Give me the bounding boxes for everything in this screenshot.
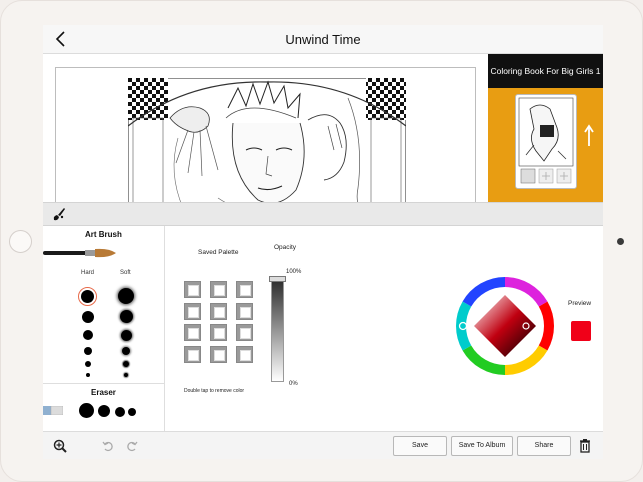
brush-hard-6[interactable] [86,373,90,377]
eraser-size-3[interactable] [115,407,125,417]
brush-hard-4[interactable] [84,347,92,355]
brush-hard-2[interactable] [82,311,94,323]
coloring-page[interactable] [55,67,476,218]
palette-swatch[interactable] [184,303,201,320]
drawing-canvas[interactable] [43,54,488,218]
brush-soft-3[interactable] [121,330,132,341]
eraser-size-4[interactable] [128,408,136,416]
opacity-label: Opacity [274,244,297,251]
palette-swatch[interactable] [184,324,201,341]
opacity-min-label: 0% [289,381,298,387]
brush-hard-5[interactable] [85,361,91,367]
brush-soft-4[interactable] [122,347,130,355]
undo-icon[interactable] [102,440,114,452]
eraser-icon [43,406,63,415]
book-title: Coloring Book For Big Girls 1 [488,54,603,88]
share-button[interactable]: Share [517,436,571,456]
brush-soft-6[interactable] [124,373,128,377]
book-panel: Coloring Book For Big Girls 1 [488,54,603,202]
color-preview-swatch [571,321,591,341]
palette-swatch[interactable] [236,346,253,363]
tool-strip [43,202,603,226]
palette-swatch[interactable] [210,346,227,363]
palette-swatch[interactable] [236,281,253,298]
eraser-size-2[interactable] [98,405,110,417]
palette-swatch[interactable] [210,281,227,298]
trash-icon[interactable] [579,438,591,453]
palette-swatch[interactable] [210,303,227,320]
save-button[interactable]: Save [393,436,447,456]
nav-bar: Unwind Time [43,25,603,54]
brush-panel: Art Brush Hard Soft Eraser [43,226,165,431]
brush-soft-2[interactable] [120,310,133,323]
redo-icon[interactable] [126,440,138,452]
ipad-frame: Unwind Time Coloring Book For Big Girls … [0,0,643,482]
page-title: Unwind Time [285,32,361,47]
palette-swatch[interactable] [210,324,227,341]
palette-hint: Double tap to remove color [184,388,245,394]
thumbnail-art [518,97,574,184]
opacity-max-label: 100% [286,269,302,275]
eraser-title: Eraser [91,388,116,397]
palette-swatch[interactable] [184,346,201,363]
paintbrush-icon [43,248,116,258]
palette-swatch[interactable] [184,281,201,298]
zoom-in-icon[interactable] [53,439,67,453]
arrow-up-icon[interactable] [584,124,594,148]
soft-label: Soft [120,270,131,276]
hard-label: Hard [81,270,95,276]
line-art-illustration[interactable] [128,78,406,218]
app-screen: Unwind Time Coloring Book For Big Girls … [43,25,603,459]
brush-hard-3[interactable] [83,330,93,340]
palette-swatch[interactable] [236,324,253,341]
save-to-album-button[interactable]: Save To Album [451,436,513,456]
brush-icon[interactable] [51,206,67,222]
palette-swatch[interactable] [236,303,253,320]
art-brush-title: Art Brush [85,230,122,239]
bottom-toolbar: Save Save To Album Share [43,431,603,459]
opacity-slider-thumb[interactable] [269,276,286,282]
book-page-thumbnail[interactable] [515,94,577,189]
brush-settings-panel: Art Brush Hard Soft Eraser Saved Palette… [43,226,603,431]
brush-soft-1[interactable] [118,288,134,304]
eraser-size-1[interactable] [79,403,94,418]
brush-hard-1[interactable] [81,290,94,303]
saved-palette-label: Saved Palette [198,249,239,256]
opacity-slider[interactable] [271,278,284,382]
front-camera [617,238,624,245]
brush-soft-5[interactable] [123,361,129,367]
color-wheel[interactable] [456,277,554,375]
home-button[interactable] [9,230,32,253]
preview-label: Preview [568,300,592,307]
divider [43,383,165,384]
